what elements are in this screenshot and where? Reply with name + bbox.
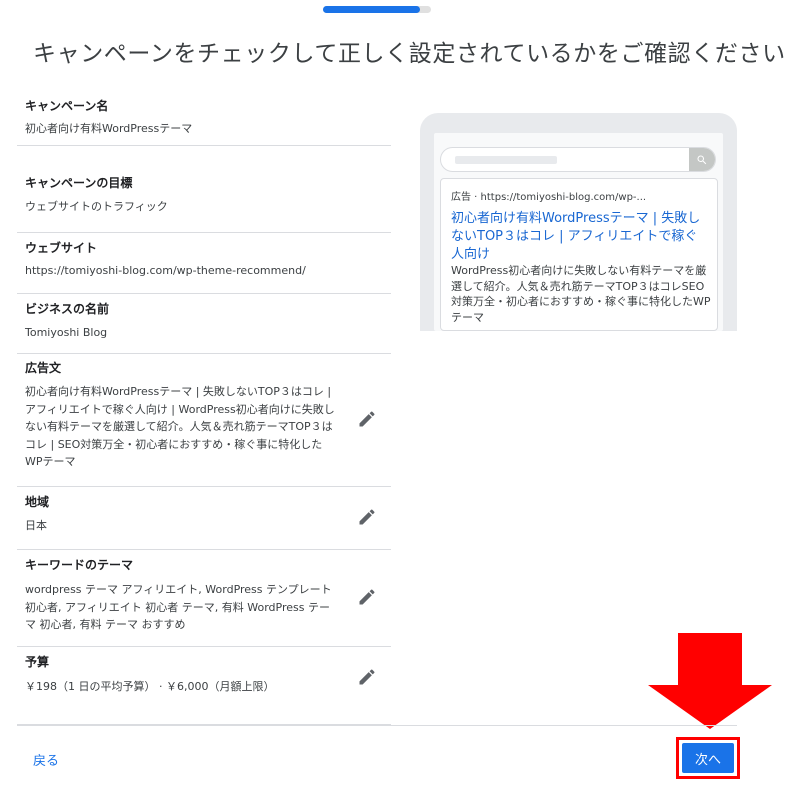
section-business-name: ビジネスの名前 Tomiyoshi Blog [17, 294, 391, 354]
edit-keyword-themes-button[interactable] [357, 587, 377, 607]
preview-search-bar [440, 147, 716, 172]
pencil-icon [359, 411, 375, 427]
section-value: ウェブサイトのトラフィック [25, 200, 168, 213]
pencil-icon [359, 669, 375, 685]
pencil-icon [359, 589, 375, 605]
section-title: キャンペーンの目標 [25, 176, 133, 190]
section-keyword-themes: キーワードのテーマ wordpress テーマ アフィリエイト, WordPre… [17, 550, 391, 647]
preview-search-button [689, 148, 715, 171]
section-title: 予算 [25, 655, 50, 669]
section-value: Tomiyoshi Blog [25, 326, 108, 339]
ad-description: WordPress初心者向けに失敗しない有料テーマを厳選して紹介。人気＆売れ筋テ… [451, 264, 711, 324]
progress-bar [323, 6, 431, 13]
section-title: ビジネスの名前 [25, 302, 110, 316]
progress-fill [323, 6, 421, 13]
section-value: 日本 [25, 519, 47, 532]
edit-budget-button[interactable] [357, 667, 377, 687]
section-value: wordpress テーマ アフィリエイト, WordPress テンプレート … [25, 583, 332, 631]
ad-preview-card: 広告 · https://tomiyoshi-blog.com/wp-... 初… [440, 178, 718, 331]
campaign-summary: キャンペーン名 初心者向け有料WordPressテーマ キャンペーンの目標 ウェ… [17, 87, 391, 725]
section-title: キャンペーン名 [25, 99, 109, 113]
edit-ad-text-button[interactable] [357, 409, 377, 429]
footer-divider [17, 725, 737, 726]
section-campaign-name: キャンペーン名 初心者向け有料WordPressテーマ [17, 87, 391, 146]
section-ad-text: 広告文 初心者向け有料WordPressテーマ | 失敗しないTOP３はコレ |… [17, 354, 391, 487]
edit-location-button[interactable] [357, 507, 377, 527]
section-value: 初心者向け有料WordPressテーマ | 失敗しないTOP３はコレ | アフィ… [25, 385, 335, 468]
next-button[interactable]: 次へ [682, 743, 734, 773]
ad-preview-screen: 広告 · https://tomiyoshi-blog.com/wp-... 初… [434, 133, 723, 331]
section-website: ウェブサイト https://tomiyoshi-blog.com/wp-the… [17, 233, 391, 294]
search-icon [697, 155, 707, 164]
section-title: 地域 [25, 495, 50, 509]
page-title: キャンペーンをチェックして正しく設定されているかをご確認ください [33, 41, 785, 67]
section-campaign-goal: キャンペーンの目標 ウェブサイトのトラフィック [17, 146, 391, 233]
ad-display-url: 広告 · https://tomiyoshi-blog.com/wp-... [451, 192, 647, 203]
ad-headline: 初心者向け有料WordPressテーマ | 失敗しないTOP３はコレ | アフィ… [451, 211, 701, 262]
section-value: ￥198（1 日の平均予算） · ￥6,000（月額上限） [25, 680, 275, 693]
section-budget: 予算 ￥198（1 日の平均予算） · ￥6,000（月額上限） [17, 647, 391, 725]
section-title: ウェブサイト [25, 241, 98, 255]
ad-preview-phone: 広告 · https://tomiyoshi-blog.com/wp-... 初… [420, 113, 737, 331]
search-placeholder-bar [455, 156, 557, 164]
section-title: キーワードのテーマ [25, 558, 134, 572]
section-title: 広告文 [25, 361, 62, 375]
arrow-down-icon [648, 633, 772, 729]
section-value: 初心者向け有料WordPressテーマ [25, 122, 193, 135]
back-button[interactable]: 戻る [33, 750, 59, 769]
pencil-icon [359, 509, 375, 525]
section-value: https://tomiyoshi-blog.com/wp-theme-reco… [25, 264, 306, 277]
section-location: 地域 日本 [17, 487, 391, 550]
